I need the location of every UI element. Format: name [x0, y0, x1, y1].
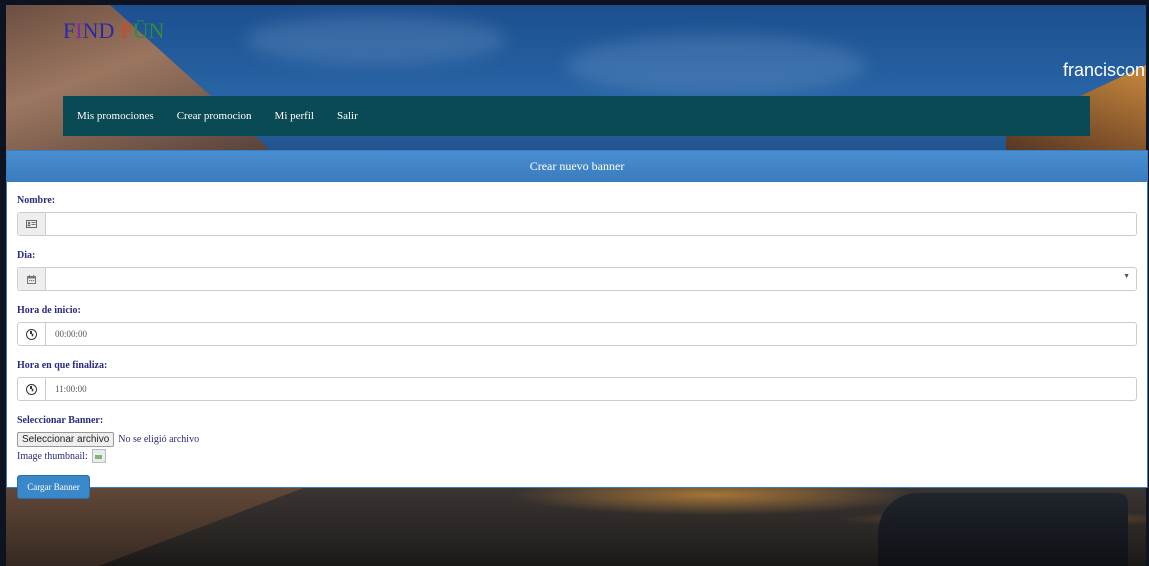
- brand-logo[interactable]: FIND FÜN: [63, 18, 164, 44]
- select-file-button[interactable]: Seleccionar archivo: [17, 432, 115, 447]
- banner-form: Nombre: Dia: ▼ Hora de inicio: Hora en q…: [7, 195, 1147, 499]
- hora-fin-input[interactable]: [46, 378, 1136, 400]
- dia-input-group: ▼: [17, 267, 1137, 291]
- hora-inicio-input-group: [17, 322, 1137, 346]
- cargar-banner-button[interactable]: Cargar Banner: [17, 475, 90, 499]
- nombre-input[interactable]: [46, 213, 1136, 235]
- hora-inicio-input[interactable]: [46, 323, 1136, 345]
- logo-letter: I: [75, 18, 83, 43]
- broken-image-icon: [91, 449, 106, 463]
- username-display: franciscon: [1062, 60, 1145, 80]
- logo-letter: D: [98, 18, 115, 43]
- banner-form-panel: Crear nuevo banner Nombre: Dia: ▼ Hora d…: [6, 150, 1148, 499]
- nombre-label: Nombre:: [17, 195, 56, 206]
- nav-item-crear-promocion[interactable]: Crear promocion: [177, 110, 252, 122]
- logo-letter: F: [63, 18, 76, 43]
- file-status-text: No se eligió archivo: [118, 434, 200, 445]
- file-upload: Seleccionar archivo No se eligió archivo: [17, 432, 1137, 447]
- logo-letter: N: [148, 18, 165, 43]
- nav-item-salir[interactable]: Salir: [337, 110, 358, 122]
- nav-item-mi-perfil[interactable]: Mi perfil: [275, 110, 314, 122]
- logo-letter: Ü: [132, 18, 149, 43]
- logo-letter: N: [82, 18, 99, 43]
- hora-inicio-label: Hora de inicio:: [17, 305, 81, 316]
- panel-title: Crear nuevo banner: [7, 151, 1147, 182]
- background-car: [878, 493, 1128, 566]
- nombre-input-group: [17, 212, 1137, 236]
- chevron-down-icon: ▼: [1123, 272, 1130, 280]
- clock-icon: [18, 378, 46, 400]
- dia-label: Dia:: [17, 250, 36, 261]
- logo-letter: F: [120, 18, 133, 43]
- hora-fin-label: Hora en que finaliza:: [17, 360, 108, 371]
- calendar-icon: [18, 268, 46, 290]
- clock-icon: [18, 323, 46, 345]
- thumbnail-label: Image thumbnail:: [17, 450, 88, 462]
- thumbnail-row: Image thumbnail:: [17, 449, 1137, 463]
- banner-label: Seleccionar Banner:: [17, 415, 104, 426]
- dia-select[interactable]: ▼: [46, 268, 1136, 290]
- id-card-icon: [18, 213, 46, 235]
- hora-fin-input-group: [17, 377, 1137, 401]
- background-cloud: [246, 15, 506, 65]
- nav-item-mis-promociones[interactable]: Mis promociones: [77, 110, 154, 122]
- main-nav: Mis promociones Crear promocion Mi perfi…: [63, 96, 1090, 136]
- background-cloud: [566, 35, 866, 95]
